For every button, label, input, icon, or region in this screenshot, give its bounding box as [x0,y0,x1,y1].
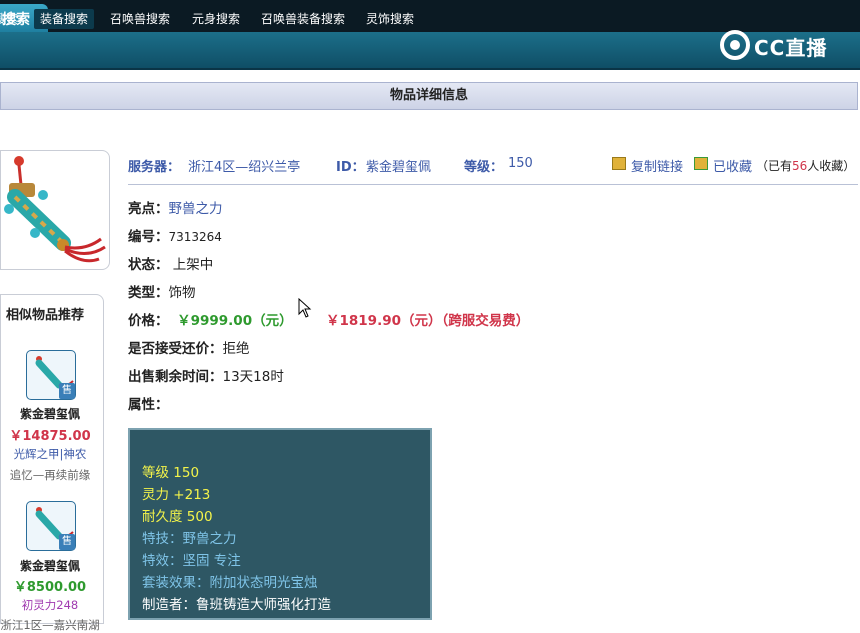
fee-value: ￥1819.90（元）（跨服交易费） [326,313,530,329]
sale-badge: 售 [59,534,75,550]
recommend-item-price: ￥8500.00 [13,580,87,595]
mouse-cursor-icon [298,298,312,318]
collect-count-number: 56 [792,159,808,173]
remaining-time-label: 出售剩余时间： [128,369,223,385]
attr-effect: 特效：坚固 专注 [142,553,241,569]
sale-badge: 售 [59,383,75,399]
nav-summon-search[interactable]: 召唤兽搜索 [104,9,176,29]
attr-set: 套装效果：附加状态明光宝烛 [142,575,318,591]
collect-count: （已有56人收藏） [756,157,855,174]
attributes-label: 属性： [128,397,169,413]
attr-level: 等级 150 [142,465,200,481]
recommend-item-server: 浙江1区—嘉兴南湖 [0,618,100,632]
number-label: 编号： [128,229,169,245]
level-value: 150 [508,156,533,171]
highlight-value: 野兽之力 [168,201,223,217]
counter-offer-row: 是否接受还价：拒绝 [128,337,250,357]
server-value: 浙江4区—绍兴兰亭 [188,160,301,175]
info-separator [128,184,858,185]
ornament-icon [4,156,106,263]
status-value: 上架中 [172,257,214,273]
recommend-thumb[interactable]: 售 [26,350,76,400]
attr-spirit: 灵力 +213 [142,487,211,503]
recommend-thumb[interactable]: 售 [26,501,76,551]
nav-ornament-search[interactable]: 灵饰搜索 [360,9,420,29]
type-value: 饰物 [168,285,196,301]
type-label: 类型： [128,285,169,301]
copy-link-icon[interactable] [612,157,626,170]
logo-ring-icon [720,30,750,60]
item-image [0,150,110,270]
cc-live-logo: CC直播 [718,30,838,62]
nav-avatar-search[interactable]: 元身搜索 [186,9,246,29]
recommend-item-server: 追忆—再续前缘 [9,468,91,482]
remaining-time-value: 13天18时 [222,369,284,385]
price-row: 价格： ￥9999.00（元） [128,309,293,329]
number-value: 7313264 [168,230,222,244]
collect-icon [694,157,708,170]
recommend-item-price: ￥14875.00 [9,429,91,444]
nav-equipment-search[interactable]: 装备搜索 [34,9,95,29]
counter-offer-label: 是否接受还价： [128,341,223,357]
collected-button[interactable]: 已收藏 [713,156,752,175]
level-label: 等级： [464,160,504,175]
id-value: 紫金碧玺佩 [366,160,432,175]
collect-count-prefix: （已有 [756,159,793,173]
id-label: ID： [336,160,365,175]
page-title: 物品详细信息 [0,82,858,110]
recommend-item-name[interactable]: 紫金碧玺佩 [0,557,100,574]
copy-link-button[interactable]: 复制链接 [631,156,683,175]
highlight-label: 亮点： [128,201,169,217]
counter-offer-value: 拒绝 [222,341,250,357]
attr-durability: 耐久度 500 [142,509,213,525]
highlight-row: 亮点：野兽之力 [128,197,223,217]
price-value: ￥9999.00（元） [177,313,293,329]
remaining-time-row: 出售剩余时间：13天18时 [128,365,284,385]
attr-maker: 制造者：鲁班铸造大师强化打造 [142,597,331,613]
price-label: 价格： [128,313,169,329]
nav-search[interactable]: 搜索 [0,9,24,29]
attributes-row: 属性： [128,393,169,413]
nav-summon-equip-search[interactable]: 召唤兽装备搜索 [255,9,351,29]
logo-text: CC直播 [754,36,828,60]
recommend-item-name[interactable]: 紫金碧玺佩 [0,405,100,422]
recommend-item-sub: 光辉之甲|神农 [13,447,87,461]
recommend-item-sub: 初灵力248 [21,598,79,612]
number-row: 编号：7313264 [128,225,222,245]
server-label: 服务器： [128,160,181,175]
collect-count-suffix: 人收藏） [807,159,856,173]
status-label: 状态： [128,257,169,273]
status-row: 状态： 上架中 [128,253,213,273]
attr-skill: 特技：野兽之力 [142,531,237,547]
recommend-heading: 相似物品推荐 [6,308,85,323]
type-row: 类型：饰物 [128,281,196,301]
